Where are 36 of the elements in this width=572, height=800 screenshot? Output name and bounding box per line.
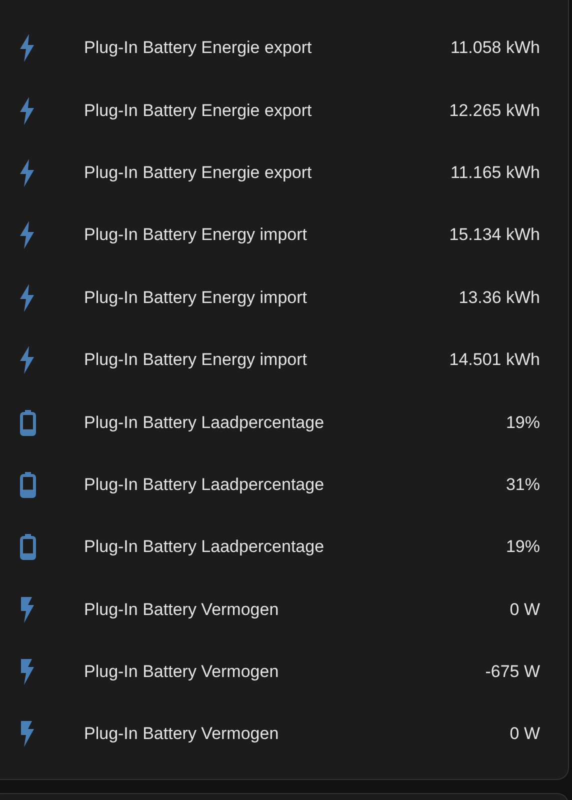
entity-value: 0 W (510, 600, 540, 620)
entity-value: 19% (506, 412, 540, 433)
entity-name: Plug-In Battery Energy import (84, 350, 308, 370)
lightning-icon (20, 659, 34, 686)
lightning-icon (20, 596, 34, 623)
entity-name: Plug-In Battery Laadpercentage (84, 474, 326, 495)
lightning-icon (20, 221, 34, 250)
lightning-icon (20, 284, 34, 312)
entity-value: 15.134 kWh (449, 225, 540, 246)
entity-value: 12.265 kWh (449, 100, 540, 121)
entity-value: 0 W (510, 724, 540, 744)
entity-name: Plug-In Battery Vermogen (84, 600, 280, 620)
entity-name: Plug-In Battery Energy import (84, 288, 308, 308)
entity-name: Plug-In Battery Vermogen (84, 724, 280, 744)
entity-name: Plug-In Battery Energy import (84, 225, 308, 246)
lightning-icon (20, 721, 34, 748)
lightning-icon (20, 158, 34, 187)
entity-value: 19% (506, 537, 540, 558)
battery-icon (20, 472, 36, 498)
entity-value: 11.165 kWh (450, 162, 540, 183)
lightning-icon (20, 34, 34, 62)
entity-value: 14.501 kWh (449, 350, 540, 370)
lightning-icon (20, 346, 34, 374)
entity-value: 31% (506, 474, 540, 495)
entity-name: Plug-In Battery Vermogen (84, 662, 280, 682)
battery-icon (20, 534, 36, 560)
entity-name: Plug-In Battery Laadpercentage (84, 412, 326, 433)
entity-name: Plug-In Battery Energie export (84, 100, 313, 121)
entity-name: Plug-In Battery Laadpercentage (84, 537, 326, 558)
entity-name: Plug-In Battery Energie export (84, 162, 313, 183)
battery-icon (20, 410, 36, 436)
entity-value: -675 W (485, 662, 540, 682)
entity-name: Plug-In Battery Energie export (84, 38, 313, 58)
entity-value: 11.058 kWh (450, 38, 540, 58)
lightning-icon (20, 96, 34, 125)
entity-value: 13.36 kWh (458, 288, 540, 308)
